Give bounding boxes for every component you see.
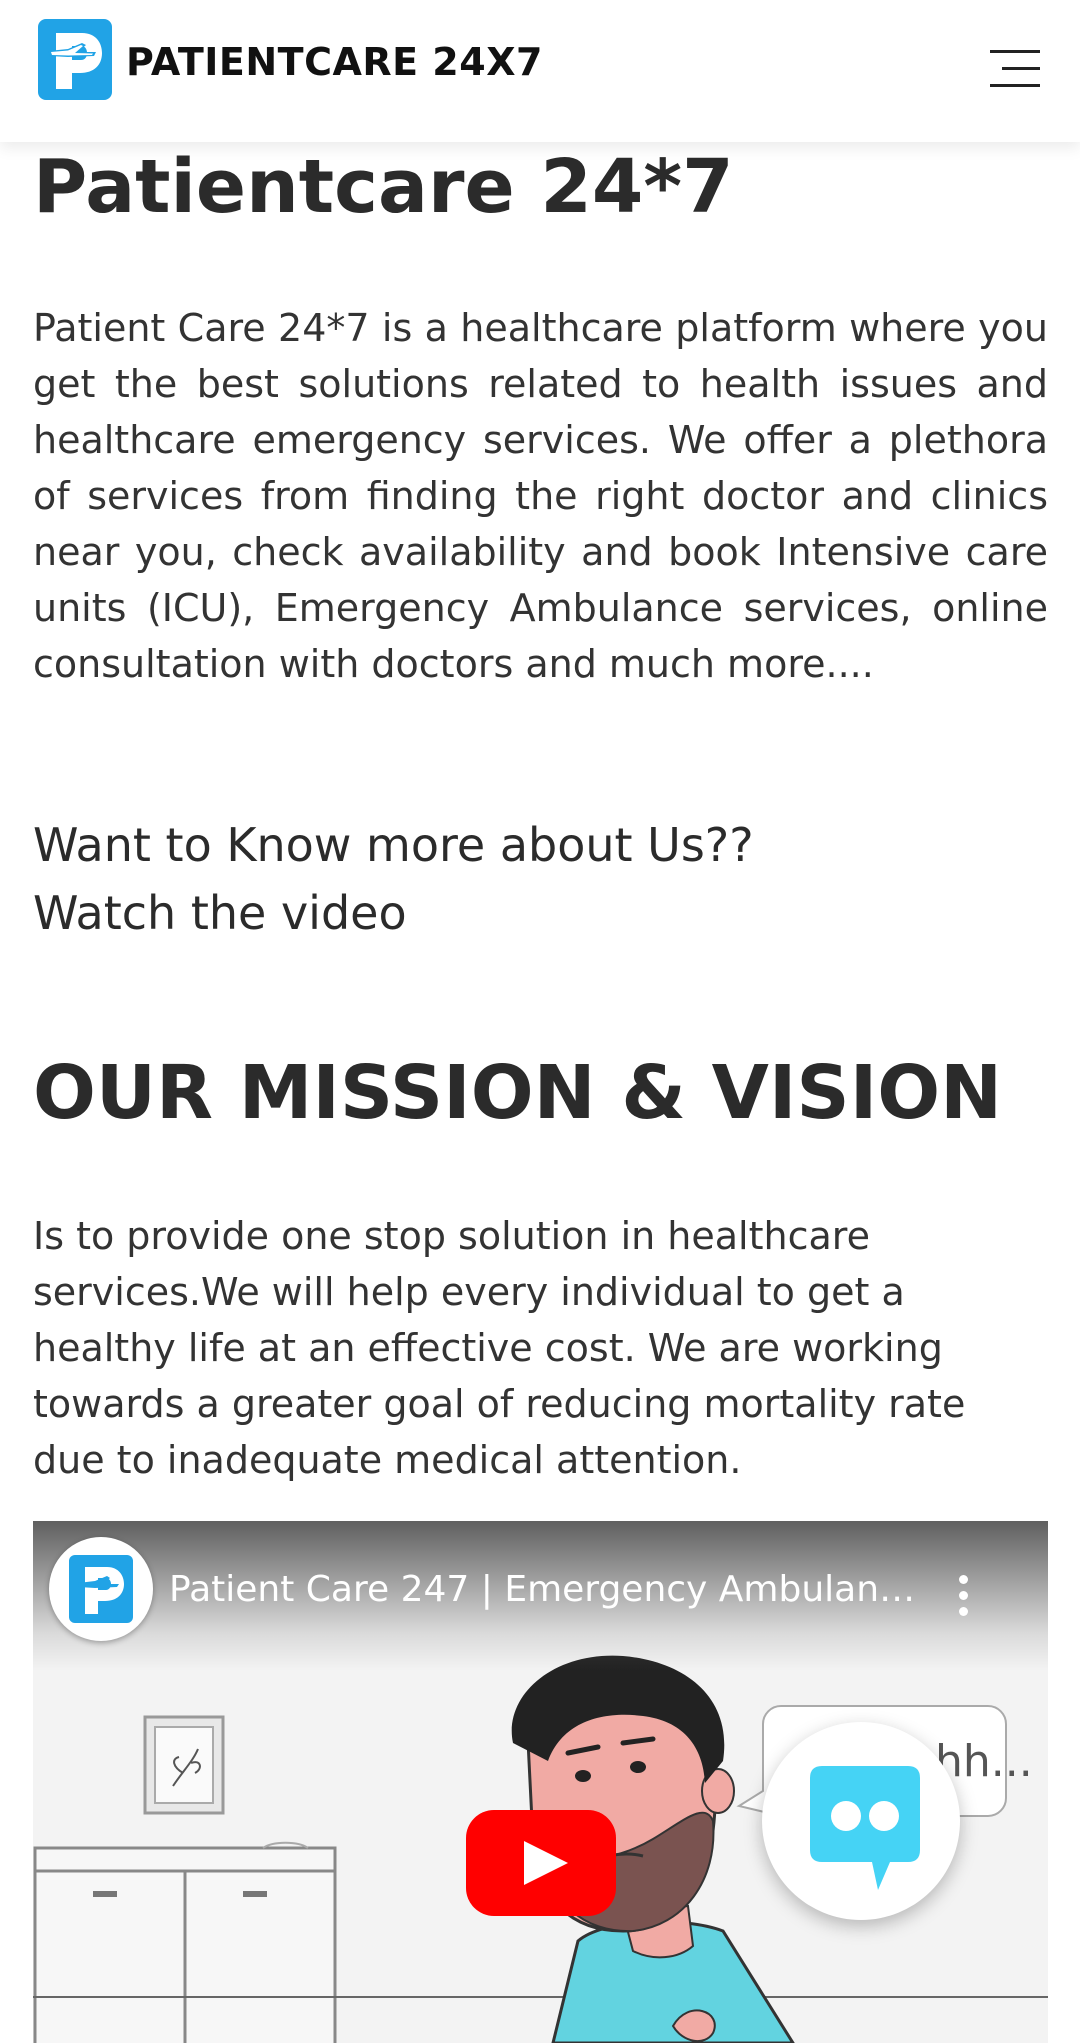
mission-title: OUR MISSION & VISION <box>33 1050 1003 1136</box>
patientcare-logo-icon[interactable] <box>38 19 112 100</box>
brand-name[interactable]: PATIENTCARE 24X7 <box>126 40 543 84</box>
more-vertical-icon[interactable] <box>957 1575 969 1617</box>
site-header: PATIENTCARE 24X7 <box>0 0 1080 142</box>
youtube-play-icon[interactable] <box>466 1810 616 1916</box>
chat-bot-button[interactable] <box>762 1722 960 1920</box>
video-title[interactable]: Patient Care 247 | Emergency Ambulance S… <box>169 1569 929 1610</box>
patientcare-logo-icon <box>69 1555 133 1623</box>
video-cta-line2: Watch the video <box>33 886 407 940</box>
mission-paragraph: Is to provide one stop solution in healt… <box>33 1214 966 1482</box>
hamburger-menu-icon[interactable] <box>990 48 1042 90</box>
intro-paragraph: Patient Care 24*7 is a healthcare platfo… <box>33 306 1048 686</box>
video-cta-line1: Want to Know more about Us?? <box>33 818 754 872</box>
chat-bot-icon <box>810 1766 920 1890</box>
channel-avatar[interactable] <box>49 1537 153 1641</box>
page-title: Patientcare 24*7 <box>33 144 734 230</box>
